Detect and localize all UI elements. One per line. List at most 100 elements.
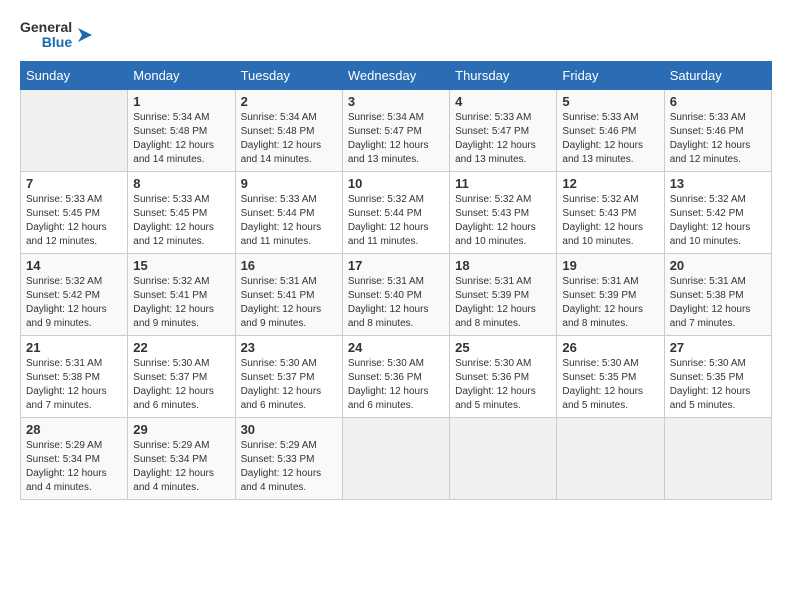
weekday-header-saturday: Saturday [664,61,771,89]
day-number: 10 [348,176,444,191]
day-number: 24 [348,340,444,355]
calendar-cell: 18Sunrise: 5:31 AMSunset: 5:39 PMDayligh… [450,253,557,335]
weekday-header-sunday: Sunday [21,61,128,89]
day-number: 3 [348,94,444,109]
day-number: 11 [455,176,551,191]
calendar-cell: 23Sunrise: 5:30 AMSunset: 5:37 PMDayligh… [235,335,342,417]
calendar-cell: 4 Sunrise: 5:33 AMSunset: 5:47 PMDaylight… [450,89,557,171]
day-info: Sunrise: 5:33 AMSunset: 5:44 PMDaylight:… [241,193,337,249]
week-row-3: 14Sunrise: 5:32 AMSunset: 5:42 PMDayligh… [21,253,772,335]
day-info: Sunrise: 5:32 AMSunset: 5:43 PMDaylight:… [562,193,658,249]
day-number: 28 [26,422,122,437]
day-info: Sunrise: 5:30 AMSunset: 5:35 PMDaylight:… [670,357,766,413]
day-info: Sunrise: 5:30 AMSunset: 5:35 PMDaylight:… [562,357,658,413]
day-info: Sunrise: 5:31 AMSunset: 5:41 PMDaylight:… [241,275,337,331]
day-info: Sunrise: 5:33 AMSunset: 5:46 PMDaylight:… [670,111,766,167]
day-info: Sunrise: 5:32 AMSunset: 5:42 PMDaylight:… [670,193,766,249]
day-info: Sunrise: 5:29 AMSunset: 5:33 PMDaylight:… [241,439,337,495]
calendar-cell [450,417,557,499]
calendar-cell: 13 Sunrise: 5:32 AMSunset: 5:42 PMDayligh… [664,171,771,253]
day-number: 21 [26,340,122,355]
day-number: 17 [348,258,444,273]
weekday-header-wednesday: Wednesday [342,61,449,89]
day-number: 27 [670,340,766,355]
day-number: 22 [133,340,229,355]
calendar-cell: 9 Sunrise: 5:33 AMSunset: 5:44 PMDaylight… [235,171,342,253]
day-info: Sunrise: 5:34 AMSunset: 5:48 PMDaylight:… [133,111,229,167]
day-number: 6 [670,94,766,109]
day-info: Sunrise: 5:33 AMSunset: 5:47 PMDaylight:… [455,111,551,167]
calendar-cell: 5 Sunrise: 5:33 AMSunset: 5:46 PMDaylight… [557,89,664,171]
weekday-header-friday: Friday [557,61,664,89]
calendar-cell: 12Sunrise: 5:32 AMSunset: 5:43 PMDayligh… [557,171,664,253]
logo-arrow-icon [74,24,96,46]
weekday-header-monday: Monday [128,61,235,89]
calendar-cell: 17 Sunrise: 5:31 AMSunset: 5:40 PMDayligh… [342,253,449,335]
day-info: Sunrise: 5:32 AMSunset: 5:41 PMDaylight:… [133,275,229,331]
calendar-cell: 28 Sunrise: 5:29 AMSunset: 5:34 PMDayligh… [21,417,128,499]
calendar-table: SundayMondayTuesdayWednesdayThursdayFrid… [20,61,772,500]
calendar-cell: 2 Sunrise: 5:34 AMSunset: 5:48 PMDaylight… [235,89,342,171]
day-number: 30 [241,422,337,437]
day-number: 16 [241,258,337,273]
day-number: 19 [562,258,658,273]
day-number: 26 [562,340,658,355]
day-number: 18 [455,258,551,273]
day-number: 1 [133,94,229,109]
day-number: 7 [26,176,122,191]
day-info: Sunrise: 5:30 AMSunset: 5:36 PMDaylight:… [455,357,551,413]
calendar-cell: 24 Sunrise: 5:30 AMSunset: 5:36 PMDayligh… [342,335,449,417]
day-info: Sunrise: 5:33 AMSunset: 5:45 PMDaylight:… [26,193,122,249]
calendar-cell: 14Sunrise: 5:32 AMSunset: 5:42 PMDayligh… [21,253,128,335]
calendar-cell: 7 Sunrise: 5:33 AMSunset: 5:45 PMDaylight… [21,171,128,253]
calendar-cell: 27 Sunrise: 5:30 AMSunset: 5:35 PMDayligh… [664,335,771,417]
day-info: Sunrise: 5:29 AMSunset: 5:34 PMDaylight:… [133,439,229,495]
day-number: 5 [562,94,658,109]
calendar-cell: 25 Sunrise: 5:30 AMSunset: 5:36 PMDayligh… [450,335,557,417]
calendar-cell: 15 Sunrise: 5:32 AMSunset: 5:41 PMDayligh… [128,253,235,335]
day-number: 25 [455,340,551,355]
day-info: Sunrise: 5:33 AMSunset: 5:45 PMDaylight:… [133,193,229,249]
calendar-cell: 3 Sunrise: 5:34 AMSunset: 5:47 PMDaylight… [342,89,449,171]
calendar-cell: 30 Sunrise: 5:29 AMSunset: 5:33 PMDayligh… [235,417,342,499]
day-info: Sunrise: 5:31 AMSunset: 5:39 PMDaylight:… [562,275,658,331]
day-info: Sunrise: 5:32 AMSunset: 5:42 PMDaylight:… [26,275,122,331]
day-number: 29 [133,422,229,437]
calendar-cell [342,417,449,499]
day-info: Sunrise: 5:30 AMSunset: 5:37 PMDaylight:… [133,357,229,413]
day-info: Sunrise: 5:34 AMSunset: 5:47 PMDaylight:… [348,111,444,167]
day-info: Sunrise: 5:31 AMSunset: 5:38 PMDaylight:… [670,275,766,331]
day-info: Sunrise: 5:33 AMSunset: 5:46 PMDaylight:… [562,111,658,167]
calendar-cell [21,89,128,171]
day-info: Sunrise: 5:31 AMSunset: 5:40 PMDaylight:… [348,275,444,331]
calendar-cell: 26 Sunrise: 5:30 AMSunset: 5:35 PMDayligh… [557,335,664,417]
weekday-header-row: SundayMondayTuesdayWednesdayThursdayFrid… [21,61,772,89]
day-number: 13 [670,176,766,191]
weekday-header-thursday: Thursday [450,61,557,89]
day-number: 2 [241,94,337,109]
day-info: Sunrise: 5:29 AMSunset: 5:34 PMDaylight:… [26,439,122,495]
logo-general: General [20,20,72,35]
day-info: Sunrise: 5:32 AMSunset: 5:43 PMDaylight:… [455,193,551,249]
logo-blue: Blue [20,35,72,50]
day-info: Sunrise: 5:32 AMSunset: 5:44 PMDaylight:… [348,193,444,249]
logo: General Blue [20,20,96,51]
calendar-cell: 22 Sunrise: 5:30 AMSunset: 5:37 PMDayligh… [128,335,235,417]
calendar-cell [557,417,664,499]
calendar-cell: 21Sunrise: 5:31 AMSunset: 5:38 PMDayligh… [21,335,128,417]
calendar-cell [664,417,771,499]
day-info: Sunrise: 5:30 AMSunset: 5:37 PMDaylight:… [241,357,337,413]
day-number: 15 [133,258,229,273]
weekday-header-tuesday: Tuesday [235,61,342,89]
calendar-cell: 16 Sunrise: 5:31 AMSunset: 5:41 PMDayligh… [235,253,342,335]
calendar-cell: 1 Sunrise: 5:34 AMSunset: 5:48 PMDaylight… [128,89,235,171]
day-number: 8 [133,176,229,191]
day-info: Sunrise: 5:30 AMSunset: 5:36 PMDaylight:… [348,357,444,413]
calendar-cell: 11 Sunrise: 5:32 AMSunset: 5:43 PMDayligh… [450,171,557,253]
calendar-cell: 8 Sunrise: 5:33 AMSunset: 5:45 PMDaylight… [128,171,235,253]
calendar-cell: 10 Sunrise: 5:32 AMSunset: 5:44 PMDayligh… [342,171,449,253]
week-row-1: 1 Sunrise: 5:34 AMSunset: 5:48 PMDaylight… [21,89,772,171]
day-number: 4 [455,94,551,109]
day-info: Sunrise: 5:34 AMSunset: 5:48 PMDaylight:… [241,111,337,167]
day-number: 9 [241,176,337,191]
